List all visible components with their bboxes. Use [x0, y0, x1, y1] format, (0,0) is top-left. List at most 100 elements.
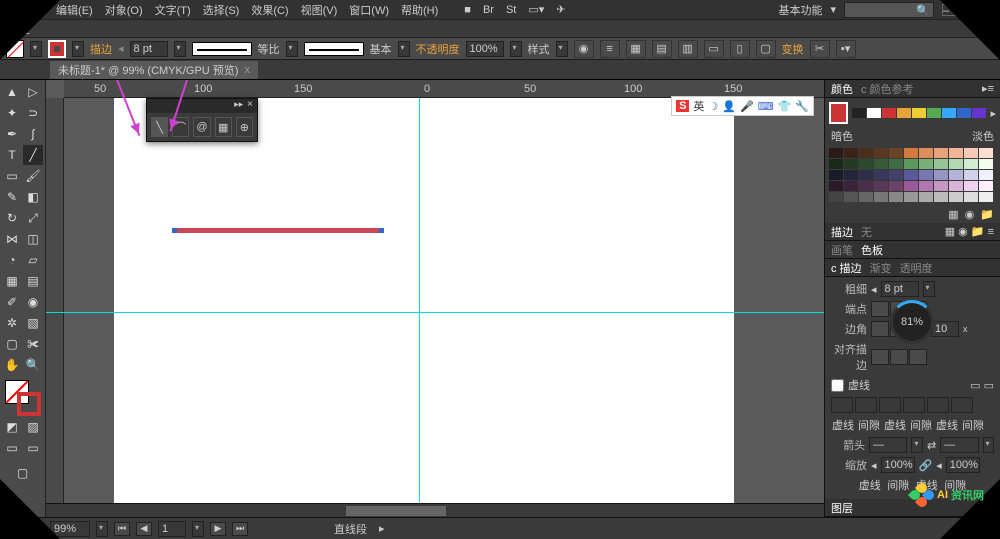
grid-swatch[interactable] — [859, 192, 873, 202]
grid-swatch[interactable] — [904, 170, 918, 180]
stroke-label[interactable]: 描边 — [90, 41, 112, 57]
grid-swatch[interactable] — [949, 148, 963, 158]
mesh-tool[interactable]: ▦ — [2, 271, 22, 291]
options-icon[interactable]: ▪▾ — [836, 40, 856, 58]
guide-vertical[interactable] — [419, 98, 420, 516]
dash-input[interactable] — [879, 397, 901, 413]
rectangle-tool[interactable]: ▭ — [2, 166, 22, 186]
opacity-dropdown[interactable] — [510, 41, 522, 57]
arrow-end-dd[interactable] — [983, 437, 994, 453]
ime-mic-icon[interactable]: 🎤 — [740, 100, 754, 113]
shape-builder-tool[interactable]: ◔ — [2, 250, 22, 270]
align3-icon[interactable]: ▤ — [652, 40, 672, 58]
dash-input[interactable] — [831, 397, 853, 413]
zoom-dropdown[interactable] — [96, 521, 108, 537]
grid-swatch[interactable] — [889, 181, 903, 191]
paintbrush-tool[interactable]: 🖌 — [23, 166, 43, 186]
panel-color-guide-tab[interactable]: c 颜色参考 — [861, 81, 914, 97]
grid-swatch[interactable] — [904, 159, 918, 169]
workspace-switcher[interactable]: 基本功能 — [778, 2, 822, 18]
blend-tool[interactable]: ◉ — [23, 292, 43, 312]
panel-transparency-tab[interactable]: 透明度 — [900, 260, 933, 276]
artboard-tool[interactable]: ▢ — [2, 334, 22, 354]
grid-swatch[interactable] — [844, 159, 858, 169]
active-color-swatch[interactable] — [829, 102, 848, 124]
dash-input[interactable] — [927, 397, 949, 413]
stroke-dropdown[interactable] — [72, 41, 84, 57]
menu-view[interactable]: 视图(V) — [301, 2, 338, 18]
dashed-checkbox[interactable] — [831, 379, 844, 392]
grid-swatch[interactable] — [964, 192, 978, 202]
grid-swatch[interactable] — [964, 170, 978, 180]
grid-swatch[interactable] — [904, 181, 918, 191]
grid-swatch[interactable] — [874, 170, 888, 180]
grid-swatch[interactable] — [919, 148, 933, 158]
shaper-tool[interactable]: ✎ — [2, 187, 22, 207]
opacity-label[interactable]: 不透明度 — [416, 41, 460, 57]
grid-swatch[interactable] — [889, 192, 903, 202]
dash-input[interactable] — [951, 397, 973, 413]
grid-swatch[interactable] — [919, 192, 933, 202]
ime-keyboard-icon[interactable]: ⌨ — [758, 100, 774, 113]
color-guide-grid[interactable] — [825, 144, 1000, 206]
brush-def[interactable] — [304, 42, 364, 56]
weight-dropdown[interactable] — [923, 281, 935, 297]
grid-swatch[interactable] — [859, 148, 873, 158]
limit-icon[interactable]: ▦ — [948, 208, 958, 221]
grid-swatch[interactable] — [904, 192, 918, 202]
grid-swatch[interactable] — [949, 170, 963, 180]
recolor-icon[interactable]: ◉ — [574, 40, 594, 58]
grid-swatch[interactable] — [979, 192, 993, 202]
ime-person-icon[interactable]: 👤 — [722, 100, 736, 113]
grid-swatch[interactable] — [859, 159, 873, 169]
grid-swatch[interactable] — [829, 181, 843, 191]
opacity-input[interactable]: 100% — [466, 41, 504, 57]
grid-swatch[interactable] — [829, 170, 843, 180]
mini-swatch[interactable] — [852, 108, 866, 118]
drawn-line[interactable] — [174, 228, 382, 233]
grid-swatch[interactable] — [874, 181, 888, 191]
align5-icon[interactable]: ▭ — [704, 40, 724, 58]
panel-layers-tab[interactable]: 图层 — [831, 500, 853, 516]
ime-wrench-icon[interactable]: 🔧 — [795, 100, 809, 113]
menu-object[interactable]: 对象(O) — [105, 2, 143, 18]
menu-edit[interactable]: 编辑(E) — [56, 2, 93, 18]
menu-window[interactable]: 窗口(W) — [349, 2, 389, 18]
grid-swatch[interactable] — [934, 181, 948, 191]
free-transform-tool[interactable]: ◫ — [23, 229, 43, 249]
arrow-scale-start[interactable]: 100% — [881, 457, 915, 473]
gradient-mode-icon[interactable]: ▨ — [23, 417, 43, 437]
isolate-icon[interactable]: ✂ — [810, 40, 830, 58]
nav-last-icon[interactable]: ⏭ — [232, 522, 248, 536]
polar-tool-icon[interactable]: ⊕ — [236, 117, 253, 137]
mini-swatch[interactable] — [912, 108, 926, 118]
panel-close-icon[interactable]: × — [247, 99, 253, 113]
menu-select[interactable]: 选择(S) — [203, 2, 240, 18]
fill-stroke-indicator[interactable] — [5, 380, 41, 416]
transform-label[interactable]: 变换 — [782, 41, 804, 57]
panel-color-tab[interactable]: 颜色 — [831, 81, 853, 97]
edit-colors-icon[interactable]: ◉ — [965, 208, 975, 221]
grid-swatch[interactable] — [889, 159, 903, 169]
grid-swatch[interactable] — [934, 192, 948, 202]
fill-dropdown[interactable] — [30, 41, 42, 57]
direct-select-tool[interactable]: ▷ — [23, 82, 43, 102]
corner-miter[interactable] — [871, 321, 889, 337]
grid-swatch[interactable] — [874, 192, 888, 202]
draw-behind-icon[interactable]: ▭ — [23, 438, 43, 458]
artboard-dropdown[interactable] — [192, 521, 204, 537]
spiral-tool-icon[interactable]: @ — [193, 117, 210, 137]
selection-tool[interactable]: ▲ — [2, 82, 22, 102]
eraser-tool[interactable]: ◧ — [23, 187, 43, 207]
rotate-tool[interactable]: ↻ — [2, 208, 22, 228]
grid-swatch[interactable] — [979, 159, 993, 169]
weight-input[interactable]: 8 pt — [881, 281, 919, 297]
scale-tool[interactable]: ⤢ — [23, 208, 43, 228]
menu-help[interactable]: 帮助(H) — [401, 2, 438, 18]
grid-swatch[interactable] — [844, 170, 858, 180]
grid-swatch[interactable] — [829, 148, 843, 158]
nav-next-icon[interactable]: ▶ — [210, 522, 226, 536]
menu-effect[interactable]: 效果(C) — [251, 2, 288, 18]
artboard-number[interactable]: 1 — [158, 521, 186, 537]
grid-swatch[interactable] — [934, 148, 948, 158]
